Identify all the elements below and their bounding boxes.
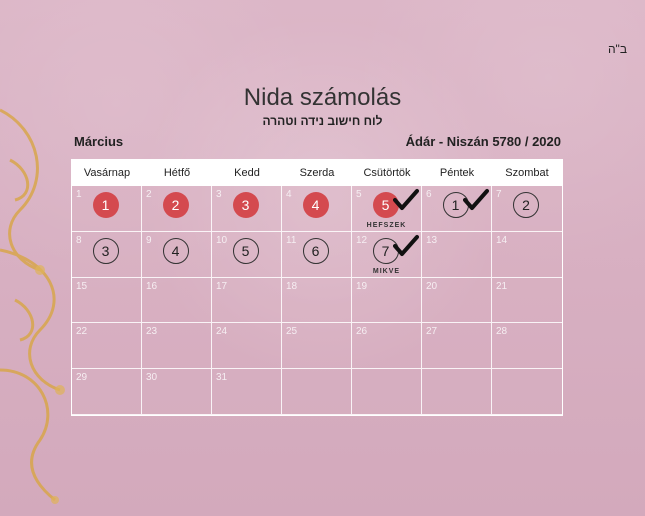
- month-label: Március: [74, 134, 124, 149]
- weekday-header: Hétfő: [142, 160, 212, 186]
- day-cell[interactable]: [282, 369, 352, 415]
- day-number: 13: [426, 234, 438, 246]
- day-cell[interactable]: 21: [492, 277, 562, 324]
- day-number: 6: [426, 189, 432, 200]
- day-number: 22: [76, 326, 88, 338]
- weekday-header: Szombat: [492, 160, 562, 186]
- day-number: 30: [146, 372, 158, 384]
- corner-mark: ב"ה: [607, 42, 627, 56]
- day-number: 7: [496, 189, 502, 200]
- count-marker-red: 1: [92, 192, 119, 218]
- weekday-header: Péntek: [422, 160, 492, 186]
- day-number: 18: [286, 280, 298, 292]
- day-note-label: HEFSZEK: [366, 221, 407, 229]
- day-number: 26: [356, 326, 368, 338]
- day-cell[interactable]: 44: [282, 186, 352, 232]
- day-cell[interactable]: 22: [72, 323, 142, 370]
- day-number: 23: [146, 326, 158, 338]
- day-cell[interactable]: 11 6: [282, 231, 352, 278]
- day-cell[interactable]: [492, 369, 562, 415]
- day-cell[interactable]: 11: [72, 186, 142, 232]
- checkmark-icon: [392, 188, 419, 212]
- weekday-header: Kedd: [212, 160, 282, 186]
- day-cell[interactable]: 61: [422, 186, 492, 232]
- day-cell[interactable]: 24: [212, 323, 282, 370]
- day-number: 14: [496, 234, 508, 246]
- day-cell[interactable]: 26: [352, 323, 422, 370]
- day-number: 20: [426, 280, 438, 292]
- day-cell[interactable]: 17: [212, 277, 282, 324]
- day-cell[interactable]: 22: [142, 186, 212, 232]
- checkmark-icon: [392, 234, 419, 258]
- checkmark-icon: [462, 188, 489, 212]
- weekday-header: Szerda: [282, 160, 352, 186]
- day-number: 19: [356, 280, 368, 292]
- day-number: 8: [76, 234, 82, 246]
- day-cell[interactable]: 29: [72, 369, 142, 415]
- day-cell[interactable]: 19: [352, 277, 422, 324]
- count-marker-outline: 2: [513, 192, 539, 218]
- day-number: 25: [286, 326, 298, 338]
- day-note-label: MIKVE: [372, 267, 401, 275]
- day-cell[interactable]: 10 5: [212, 231, 282, 278]
- day-cell[interactable]: 25: [282, 323, 352, 370]
- day-cell[interactable]: 94: [142, 231, 212, 278]
- day-number: 3: [216, 189, 222, 200]
- day-cell[interactable]: 13: [422, 231, 492, 278]
- day-number: 31: [216, 372, 228, 384]
- count-marker-red: 3: [232, 192, 259, 218]
- day-cell[interactable]: [352, 369, 422, 415]
- count-marker-outline: 5: [232, 237, 259, 264]
- day-number: 5: [356, 189, 362, 200]
- calendar-grid: Vasárnap Hétfő Kedd Szerda Csütörtök Péntek Sz…: [71, 159, 563, 416]
- day-cell[interactable]: 5 5 HEFSZEK: [352, 186, 422, 232]
- count-marker-outline: 3: [92, 237, 119, 264]
- day-cell[interactable]: 16: [142, 277, 212, 324]
- day-cell[interactable]: 27: [422, 323, 492, 370]
- count-marker-outline: 4: [162, 237, 189, 264]
- day-number: 28: [496, 326, 508, 338]
- day-number: 12: [356, 234, 368, 246]
- hebrew-month-label: Ádár - Niszán 5780 / 2020: [405, 134, 561, 149]
- day-cell[interactable]: 72: [492, 186, 562, 232]
- day-number: 17: [216, 280, 228, 292]
- day-number: 27: [426, 326, 438, 338]
- day-cell[interactable]: 20: [422, 277, 492, 324]
- weekday-header: Vasárnap: [72, 160, 142, 186]
- day-number: 10: [216, 234, 228, 246]
- day-number: 24: [216, 326, 228, 338]
- day-number: 1: [76, 189, 82, 200]
- day-number: 29: [76, 372, 88, 384]
- day-cell[interactable]: 30: [142, 369, 212, 415]
- day-cell[interactable]: 18: [282, 277, 352, 324]
- count-marker-outline: 6: [302, 237, 329, 264]
- page-title: Nida számolás: [243, 84, 402, 111]
- day-cell[interactable]: 12 7 MIKVE: [352, 231, 422, 278]
- day-number: 11: [286, 234, 297, 246]
- day-cell[interactable]: [422, 369, 492, 415]
- day-cell[interactable]: 31: [212, 369, 282, 415]
- count-marker-red: 2: [162, 192, 189, 218]
- day-cell[interactable]: 14: [492, 231, 562, 278]
- day-cell[interactable]: 23: [142, 323, 212, 370]
- day-cell[interactable]: 15: [72, 277, 142, 324]
- day-cell[interactable]: 33: [212, 186, 282, 232]
- ornament-swirl-icon: [0, 108, 65, 504]
- day-number: 2: [146, 189, 152, 200]
- day-number: 21: [496, 280, 508, 292]
- weekday-header: Csütörtök: [352, 160, 422, 186]
- day-number: 4: [286, 189, 292, 200]
- day-number: 15: [76, 280, 88, 292]
- count-marker-red: 4: [302, 192, 329, 218]
- day-number: 16: [146, 280, 158, 292]
- page-subtitle: לוח חישוב נידה וטהרה: [262, 114, 383, 128]
- day-number: 9: [146, 234, 152, 246]
- day-cell[interactable]: 83: [72, 231, 142, 278]
- day-cell[interactable]: 28: [492, 323, 562, 370]
